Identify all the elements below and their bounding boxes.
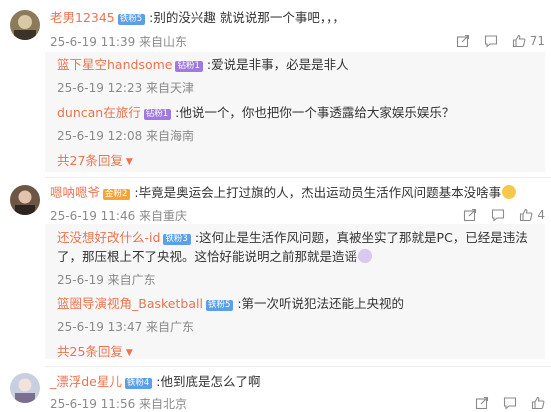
comment-button[interactable] bbox=[491, 208, 505, 222]
reply-username[interactable]: 篮圈导演视角_Basketball bbox=[57, 296, 203, 311]
reply-text: :他说一个，你也把你一个事透露给大家娱乐娱乐？ bbox=[175, 105, 455, 120]
face-emoji-icon bbox=[358, 249, 373, 263]
more-replies-label: 共25条回复 bbox=[57, 344, 123, 359]
comment-text: :他到底是怎么了啊 bbox=[156, 374, 261, 389]
like-icon bbox=[512, 34, 526, 48]
share-button[interactable] bbox=[463, 208, 477, 222]
avatar[interactable] bbox=[10, 185, 40, 215]
more-replies-label: 共27条回复 bbox=[57, 153, 123, 168]
like-button[interactable]: 4 bbox=[519, 208, 545, 222]
fan-badge: 铁粉5 bbox=[205, 300, 234, 311]
comment-button[interactable] bbox=[503, 396, 517, 410]
more-replies-link[interactable]: 共27条回复 ▼ bbox=[57, 150, 133, 169]
share-icon bbox=[456, 34, 469, 48]
reply-meta: 25-6-19 来自广东 bbox=[57, 273, 156, 287]
fan-badge: 金粉2 bbox=[103, 189, 131, 200]
comment-text: :别的没兴趣 就说说那一个事吧，，， bbox=[149, 10, 345, 25]
reply-username[interactable]: 还没想好改什么-id bbox=[57, 230, 160, 245]
comment-username[interactable]: 老男12345 bbox=[50, 10, 115, 25]
reply-meta: 25-6-19 12:23 来自天津 bbox=[57, 81, 195, 95]
more-replies-link[interactable]: 共25条回复 ▼ bbox=[57, 341, 133, 360]
divider bbox=[45, 177, 551, 178]
fan-badge: 钻粉1 bbox=[143, 109, 172, 120]
share-icon bbox=[464, 208, 477, 222]
comment-icon bbox=[484, 35, 497, 48]
chevron-down-icon: ▼ bbox=[125, 348, 133, 358]
fan-badge: 铁粉3 bbox=[163, 234, 191, 245]
fan-badge: 铁粉4 bbox=[124, 378, 153, 389]
comment-button[interactable] bbox=[484, 34, 498, 48]
reply-meta: 25-6-19 13:47 来自广东 bbox=[57, 320, 195, 334]
like-button[interactable] bbox=[531, 396, 545, 410]
comment-text: :毕竟是奥运会上打过旗的人，杰出运动员生活作风问题基本没啥事 bbox=[134, 185, 502, 200]
share-button[interactable] bbox=[475, 396, 489, 410]
comment-username[interactable]: 嗯呐嗯爷 bbox=[50, 185, 100, 200]
like-button[interactable]: 71 bbox=[512, 34, 545, 48]
like-count: 4 bbox=[537, 208, 545, 222]
comment-icon bbox=[503, 397, 517, 410]
smile-emoji-icon bbox=[502, 185, 517, 199]
like-icon bbox=[520, 208, 533, 222]
reply-text: :爱说是非事，必是是非人 bbox=[206, 57, 349, 72]
comment-meta: 25-6-19 11:56 来自北京 bbox=[50, 397, 188, 411]
reply-box: 还没想好改什么-id 铁粉3 :这何止是生活作风问题，真被坐实了那就是PC，已经是… bbox=[45, 224, 545, 359]
comment-username[interactable]: _漂浮de星儿 bbox=[50, 374, 122, 389]
share-button[interactable] bbox=[456, 34, 470, 48]
avatar[interactable] bbox=[10, 373, 40, 403]
comment-meta: 25-6-19 11:39 来自山东 bbox=[50, 35, 188, 49]
reply-meta: 25-6-19 12:08 来自海南 bbox=[57, 129, 195, 143]
reply-text: :第一次听说犯法还能上央视的 bbox=[237, 296, 405, 311]
fan-badge: 铁粉5 bbox=[117, 14, 146, 25]
reply-box: 篮下星空handsome 钻粉1 :爱说是非事，必是是非人 25-6-19 12:… bbox=[45, 52, 545, 172]
divider bbox=[45, 366, 551, 367]
reply-username[interactable]: duncan在旅行 bbox=[57, 105, 141, 120]
like-icon bbox=[531, 396, 545, 410]
fan-badge: 钻粉1 bbox=[175, 61, 203, 72]
chevron-down-icon: ▼ bbox=[125, 157, 133, 167]
like-count: 71 bbox=[529, 34, 545, 48]
comment-icon bbox=[492, 209, 505, 222]
avatar[interactable] bbox=[10, 10, 40, 40]
comment-meta: 25-6-19 11:46 来自重庆 bbox=[50, 209, 188, 223]
reply-username[interactable]: 篮下星空handsome bbox=[57, 57, 172, 72]
share-icon bbox=[475, 396, 489, 410]
